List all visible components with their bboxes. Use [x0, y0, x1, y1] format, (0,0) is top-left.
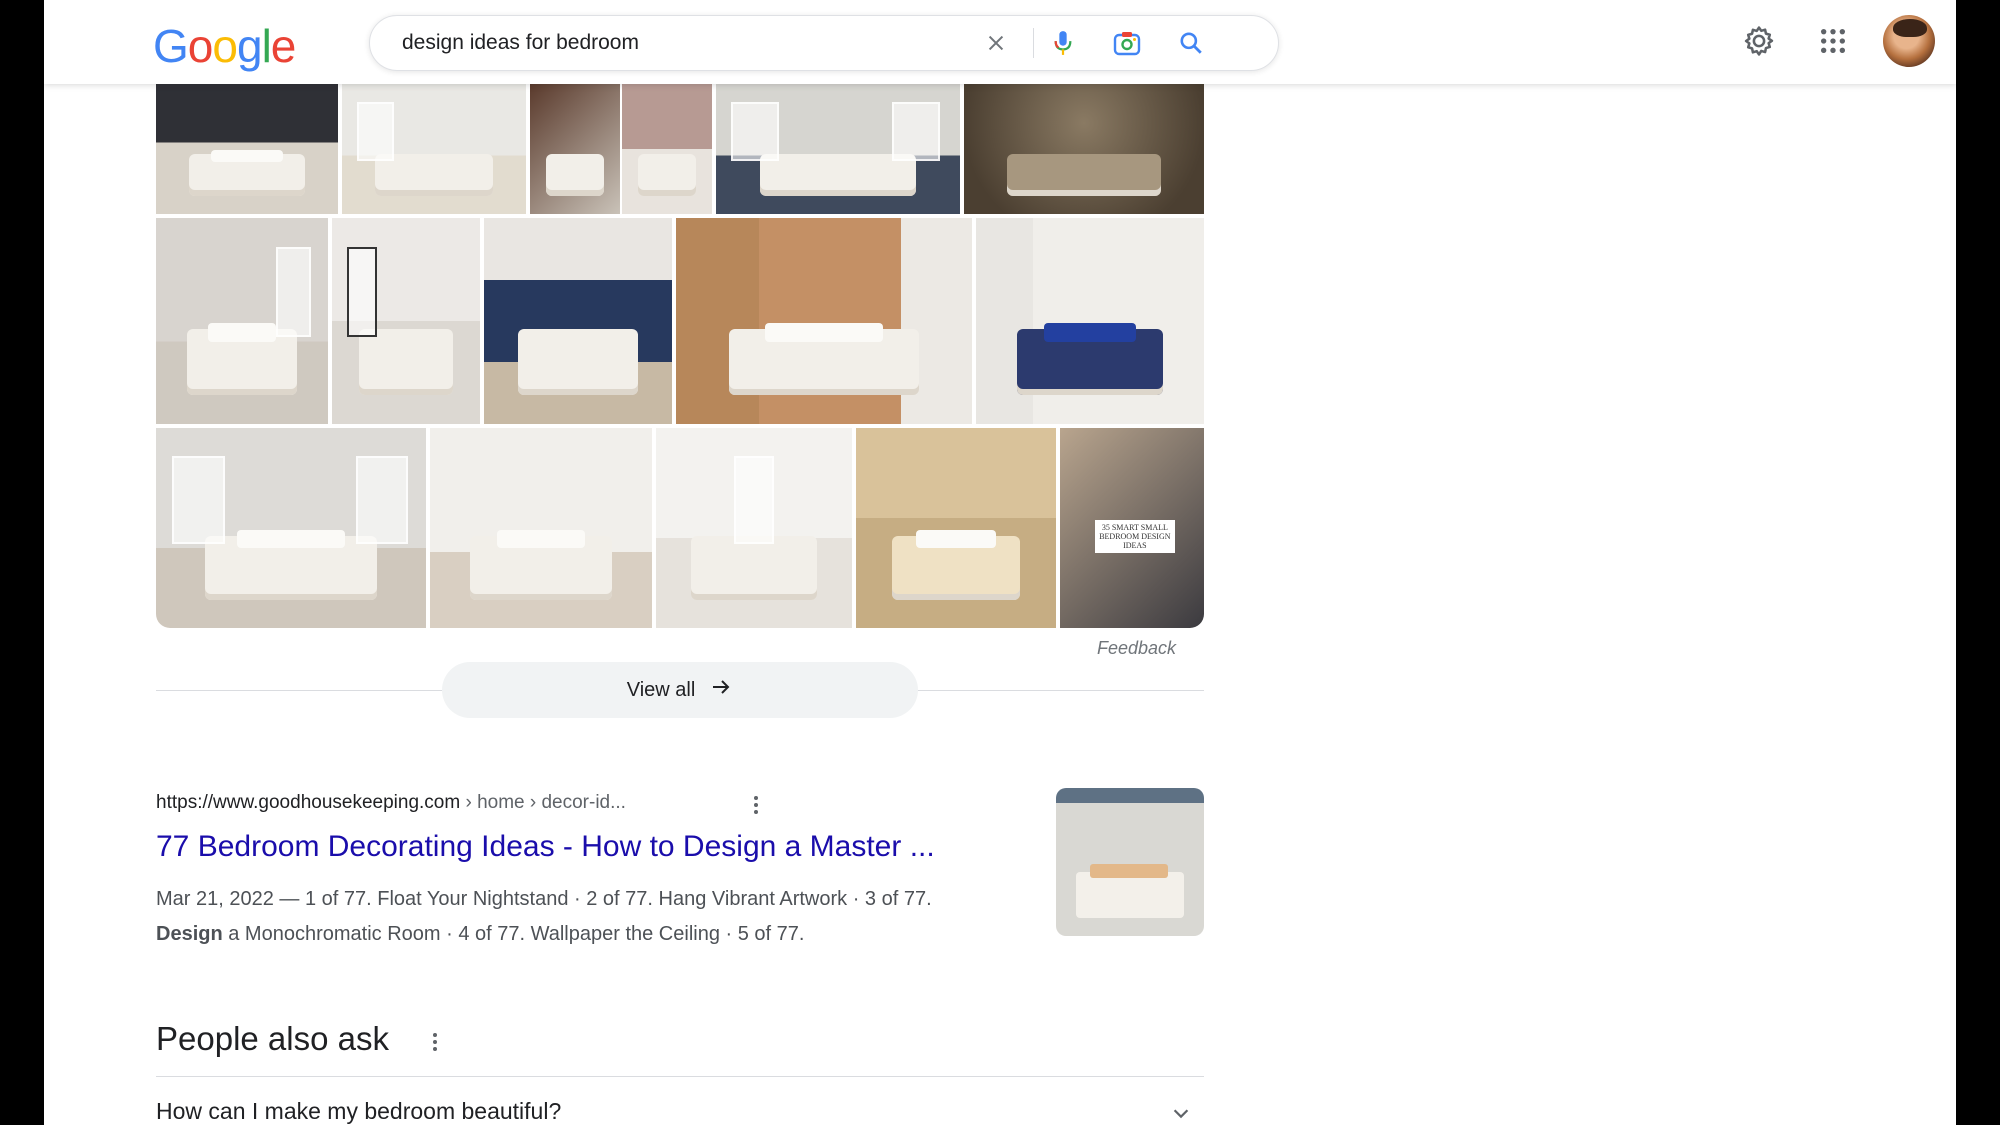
search-box[interactable]: design ideas for bedroom	[369, 15, 1279, 71]
image-thumbnail[interactable]	[964, 84, 1204, 214]
image-thumbnail[interactable]	[716, 84, 960, 214]
image-thumbnail[interactable]	[484, 218, 672, 424]
apps-grid-icon[interactable]	[1812, 20, 1854, 62]
chevron-down-icon[interactable]	[1168, 1100, 1194, 1125]
people-also-ask-heading: People also ask	[156, 1020, 389, 1057]
result-breadcrumb: › home › decor-id...	[460, 792, 626, 813]
result-url[interactable]: https://www.goodhousekeeping.com › home …	[156, 792, 626, 814]
image-thumbnail[interactable]	[156, 428, 426, 628]
avatar[interactable]	[1883, 15, 1935, 67]
google-logo[interactable]: Google	[153, 20, 297, 72]
logo-letter: G	[153, 20, 189, 72]
logo-letter: o	[187, 20, 214, 72]
gear-icon[interactable]	[1738, 20, 1780, 62]
image-thumbnail[interactable]	[430, 428, 652, 628]
snippet-line-1: Mar 21, 2022 — 1 of 77. Float Your Night…	[156, 888, 932, 910]
snippet-line-2: a Monochromatic Room · 4 of 77. Wallpape…	[222, 923, 805, 945]
image-thumbnail[interactable]	[332, 218, 480, 424]
more-options-icon[interactable]	[428, 1030, 442, 1054]
camera-icon[interactable]	[1112, 28, 1142, 58]
header: Google design ideas for bedroom	[44, 0, 1956, 84]
search-input[interactable]: design ideas for bedroom	[402, 31, 639, 55]
image-thumbnail[interactable]	[976, 218, 1204, 424]
result-url-domain: https://www.goodhousekeeping.com	[156, 792, 461, 813]
image-thumbnail[interactable]	[676, 218, 972, 424]
image-thumbnail[interactable]	[156, 218, 328, 424]
logo-letter: g	[236, 20, 263, 72]
logo-letter: e	[270, 20, 297, 72]
divider	[156, 1076, 1204, 1077]
more-options-icon[interactable]	[746, 794, 766, 816]
search-results-page: Google design ideas for bedroom 35 SMART…	[44, 0, 1956, 1125]
image-thumbnail[interactable]	[622, 84, 712, 214]
search-icon[interactable]	[1176, 28, 1206, 58]
people-also-ask-question[interactable]: How can I make my bedroom beautiful?	[156, 1098, 561, 1125]
view-all-label: View all	[626, 678, 696, 701]
search-divider	[1033, 28, 1034, 58]
image-thumbnail[interactable]	[656, 428, 852, 628]
logo-letter: l	[261, 20, 272, 72]
image-thumbnail[interactable]	[156, 84, 338, 214]
image-thumbnail[interactable]	[342, 84, 526, 214]
close-icon[interactable]	[981, 28, 1011, 58]
result-title-link[interactable]: 77 Bedroom Decorating Ideas - How to Des…	[156, 830, 935, 864]
microphone-icon[interactable]	[1048, 28, 1078, 58]
image-thumbnail[interactable]	[856, 428, 1056, 628]
image-thumbnail[interactable]: 35 SMART SMALL BEDROOM DESIGN IDEAS	[1060, 428, 1204, 628]
snippet-bold: Design	[156, 923, 223, 945]
image-results-grid: 35 SMART SMALL BEDROOM DESIGN IDEAS	[156, 84, 1204, 628]
arrow-right-icon	[709, 675, 733, 705]
result-snippet: Mar 21, 2022 — 1 of 77. Float Your Night…	[156, 882, 1036, 952]
result-thumbnail[interactable]	[1056, 788, 1204, 936]
logo-letter: o	[212, 20, 238, 72]
image-thumbnail[interactable]	[530, 84, 620, 214]
view-all-button[interactable]: View all	[442, 662, 918, 718]
feedback-link[interactable]: Feedback	[1097, 638, 1176, 659]
image-overlay-text: 35 SMART SMALL BEDROOM DESIGN IDEAS	[1094, 520, 1176, 553]
